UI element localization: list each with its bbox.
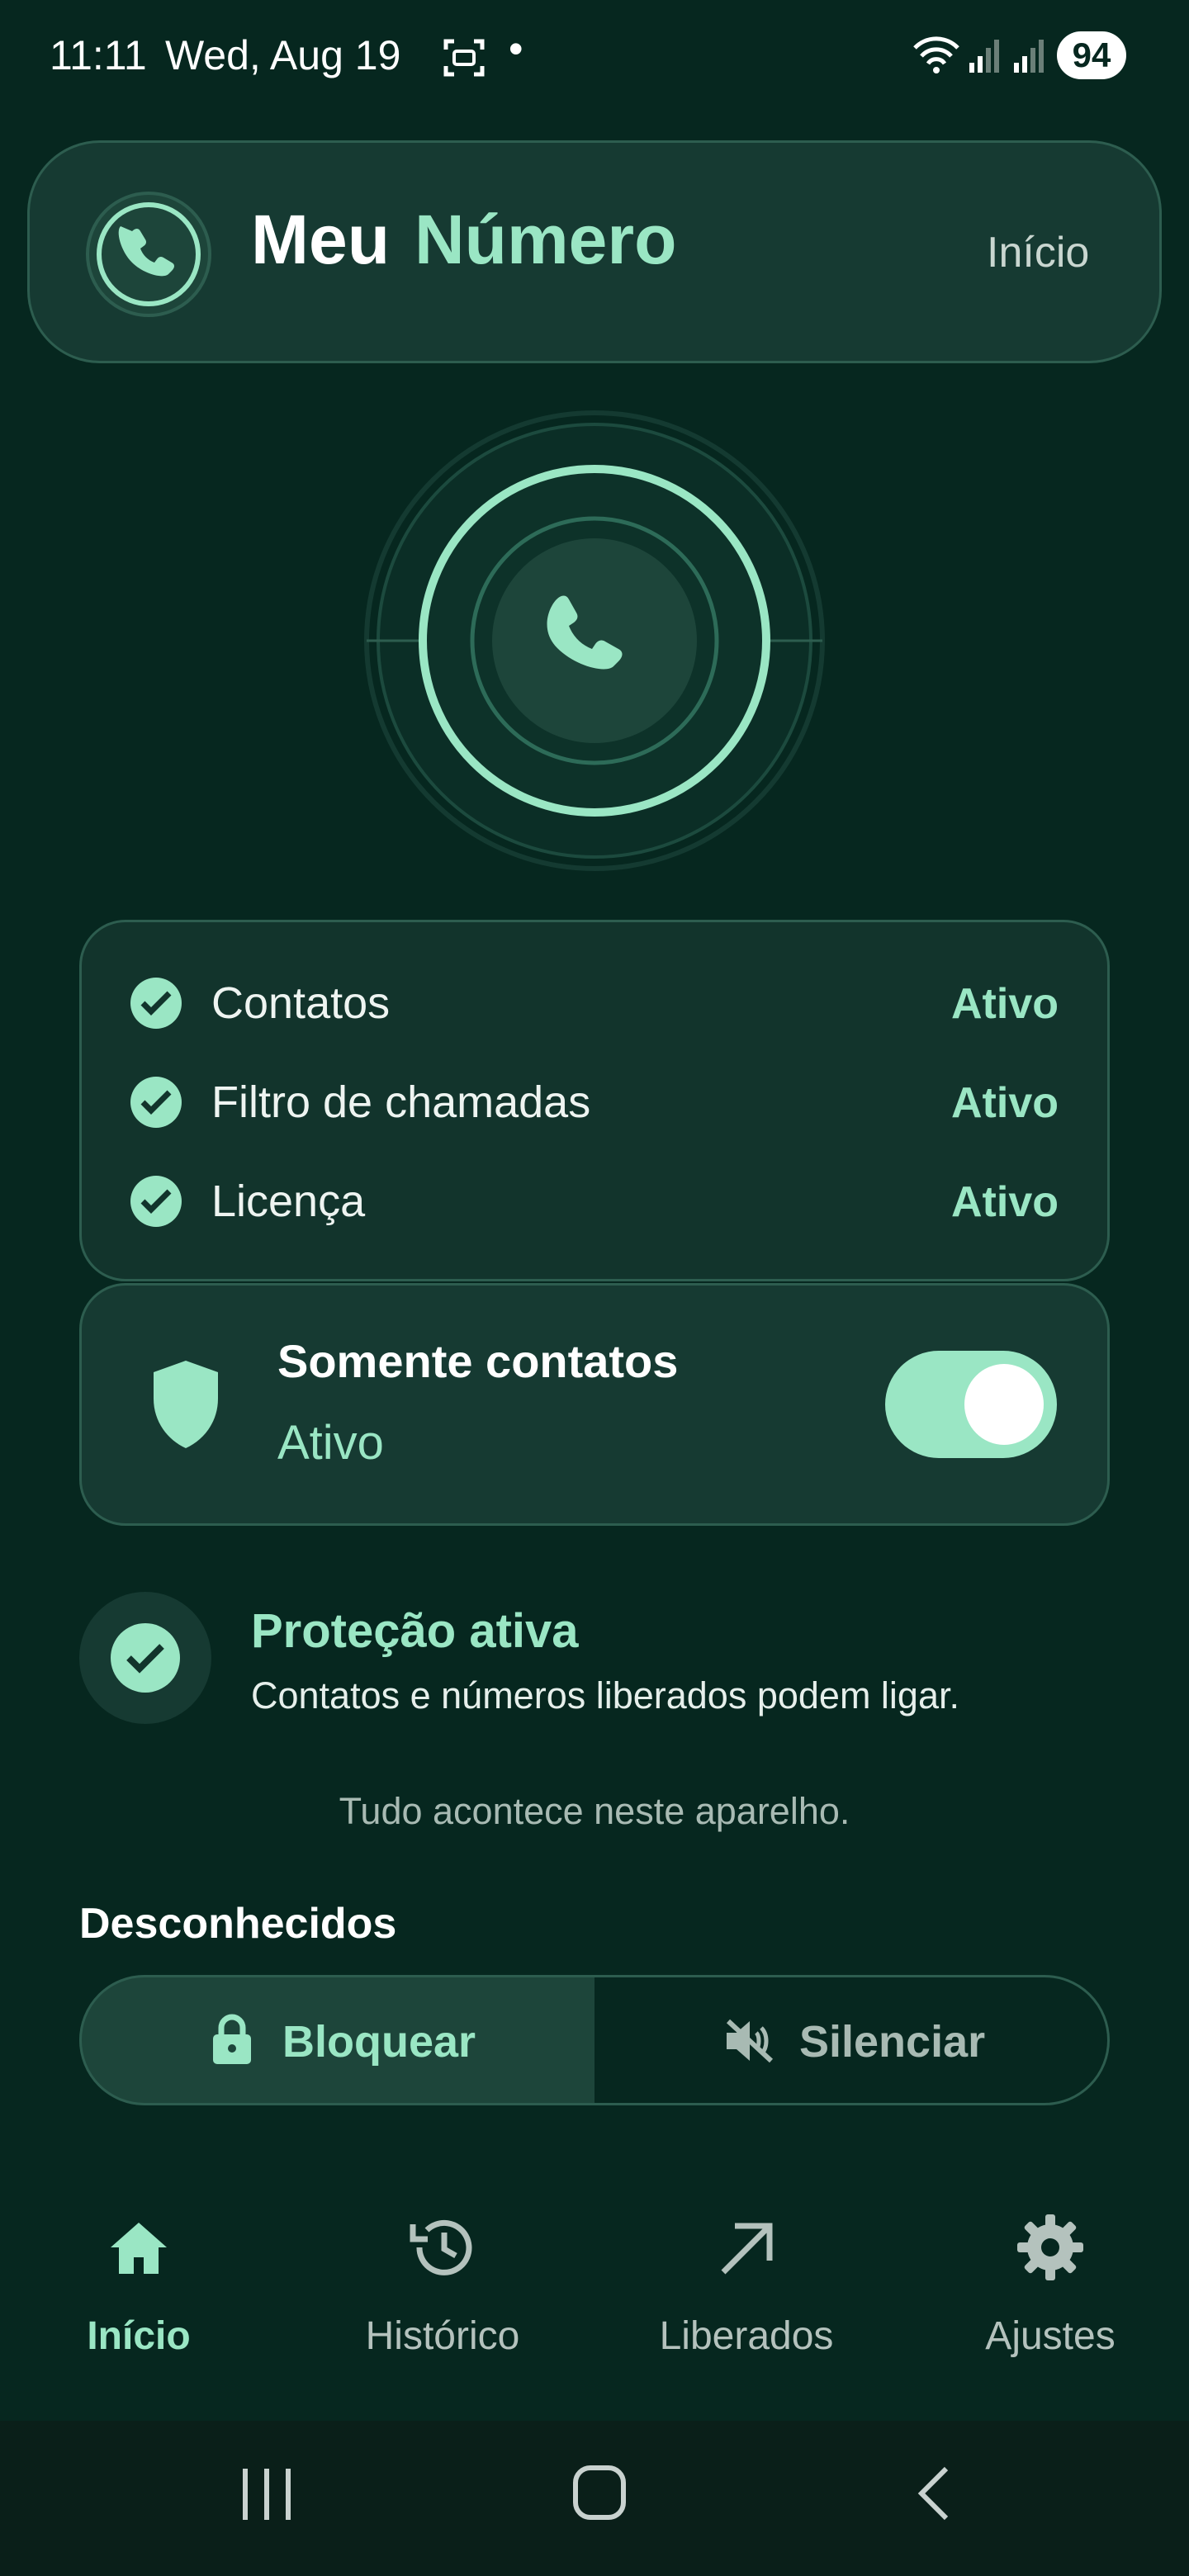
- screenshot-icon: [443, 36, 486, 83]
- phone-icon: [545, 591, 646, 694]
- toggle-knob: [964, 1364, 1044, 1445]
- status-row-label: Licença: [211, 1177, 366, 1226]
- status-date: Wed, Aug 19: [165, 32, 401, 78]
- home-button-icon[interactable]: [571, 2464, 628, 2526]
- unknowns-heading: Desconhecidos: [79, 1900, 397, 1948]
- recents-icon[interactable]: [239, 2465, 294, 2527]
- back-icon[interactable]: [915, 2464, 953, 2527]
- arrow-up-right-icon: [717, 2219, 776, 2283]
- status-time: 11:11: [50, 32, 147, 78]
- shield-icon: [150, 1359, 221, 1454]
- device-note: Tudo acontece neste aparelho.: [339, 1790, 850, 1832]
- signal-icon: [968, 36, 1001, 78]
- phone-icon: [83, 188, 215, 324]
- silence-option-label: Silenciar: [799, 2017, 986, 2067]
- check-icon: [130, 1077, 182, 1128]
- home-link[interactable]: Início: [987, 228, 1089, 277]
- home-icon: [107, 2219, 170, 2281]
- status-row-value: Ativo: [951, 1079, 1059, 1127]
- battery-indicator: 94: [1057, 31, 1126, 79]
- mute-icon: [723, 2018, 775, 2068]
- nav-label-inicio: Início: [87, 2314, 191, 2358]
- lock-icon: [210, 2013, 254, 2070]
- gear-icon: [1016, 2213, 1085, 2286]
- history-icon: [408, 2213, 477, 2286]
- wifi-icon: [912, 36, 961, 78]
- check-icon: [130, 1176, 182, 1227]
- contacts-only-title: Somente contatos: [277, 1335, 679, 1387]
- app-title-primary: Meu: [251, 201, 390, 278]
- block-option-label: Bloquear: [282, 2017, 476, 2067]
- signal-icon-2: [1012, 36, 1045, 78]
- protection-title: Proteção ativa: [251, 1604, 579, 1658]
- contacts-only-status: Ativo: [277, 1416, 384, 1470]
- status-row-label: Filtro de chamadas: [211, 1077, 591, 1127]
- nav-label-ajustes: Ajustes: [985, 2314, 1116, 2358]
- status-row-label: Contatos: [211, 978, 391, 1028]
- contacts-only-toggle[interactable]: [885, 1351, 1057, 1458]
- check-icon: [130, 978, 182, 1029]
- check-icon: [111, 1623, 180, 1693]
- status-row-value: Ativo: [951, 1178, 1059, 1226]
- status-dot: •: [509, 26, 523, 72]
- nav-label-historico: Histórico: [365, 2314, 520, 2358]
- protection-subtitle: Contatos e números liberados podem ligar…: [251, 1674, 959, 1717]
- status-row-value: Ativo: [951, 980, 1059, 1028]
- status-bar: 11:11 Wed, Aug 19 • 94: [0, 0, 1189, 116]
- app-title-accent: Número: [414, 201, 677, 278]
- nav-label-liberados: Liberados: [659, 2314, 834, 2358]
